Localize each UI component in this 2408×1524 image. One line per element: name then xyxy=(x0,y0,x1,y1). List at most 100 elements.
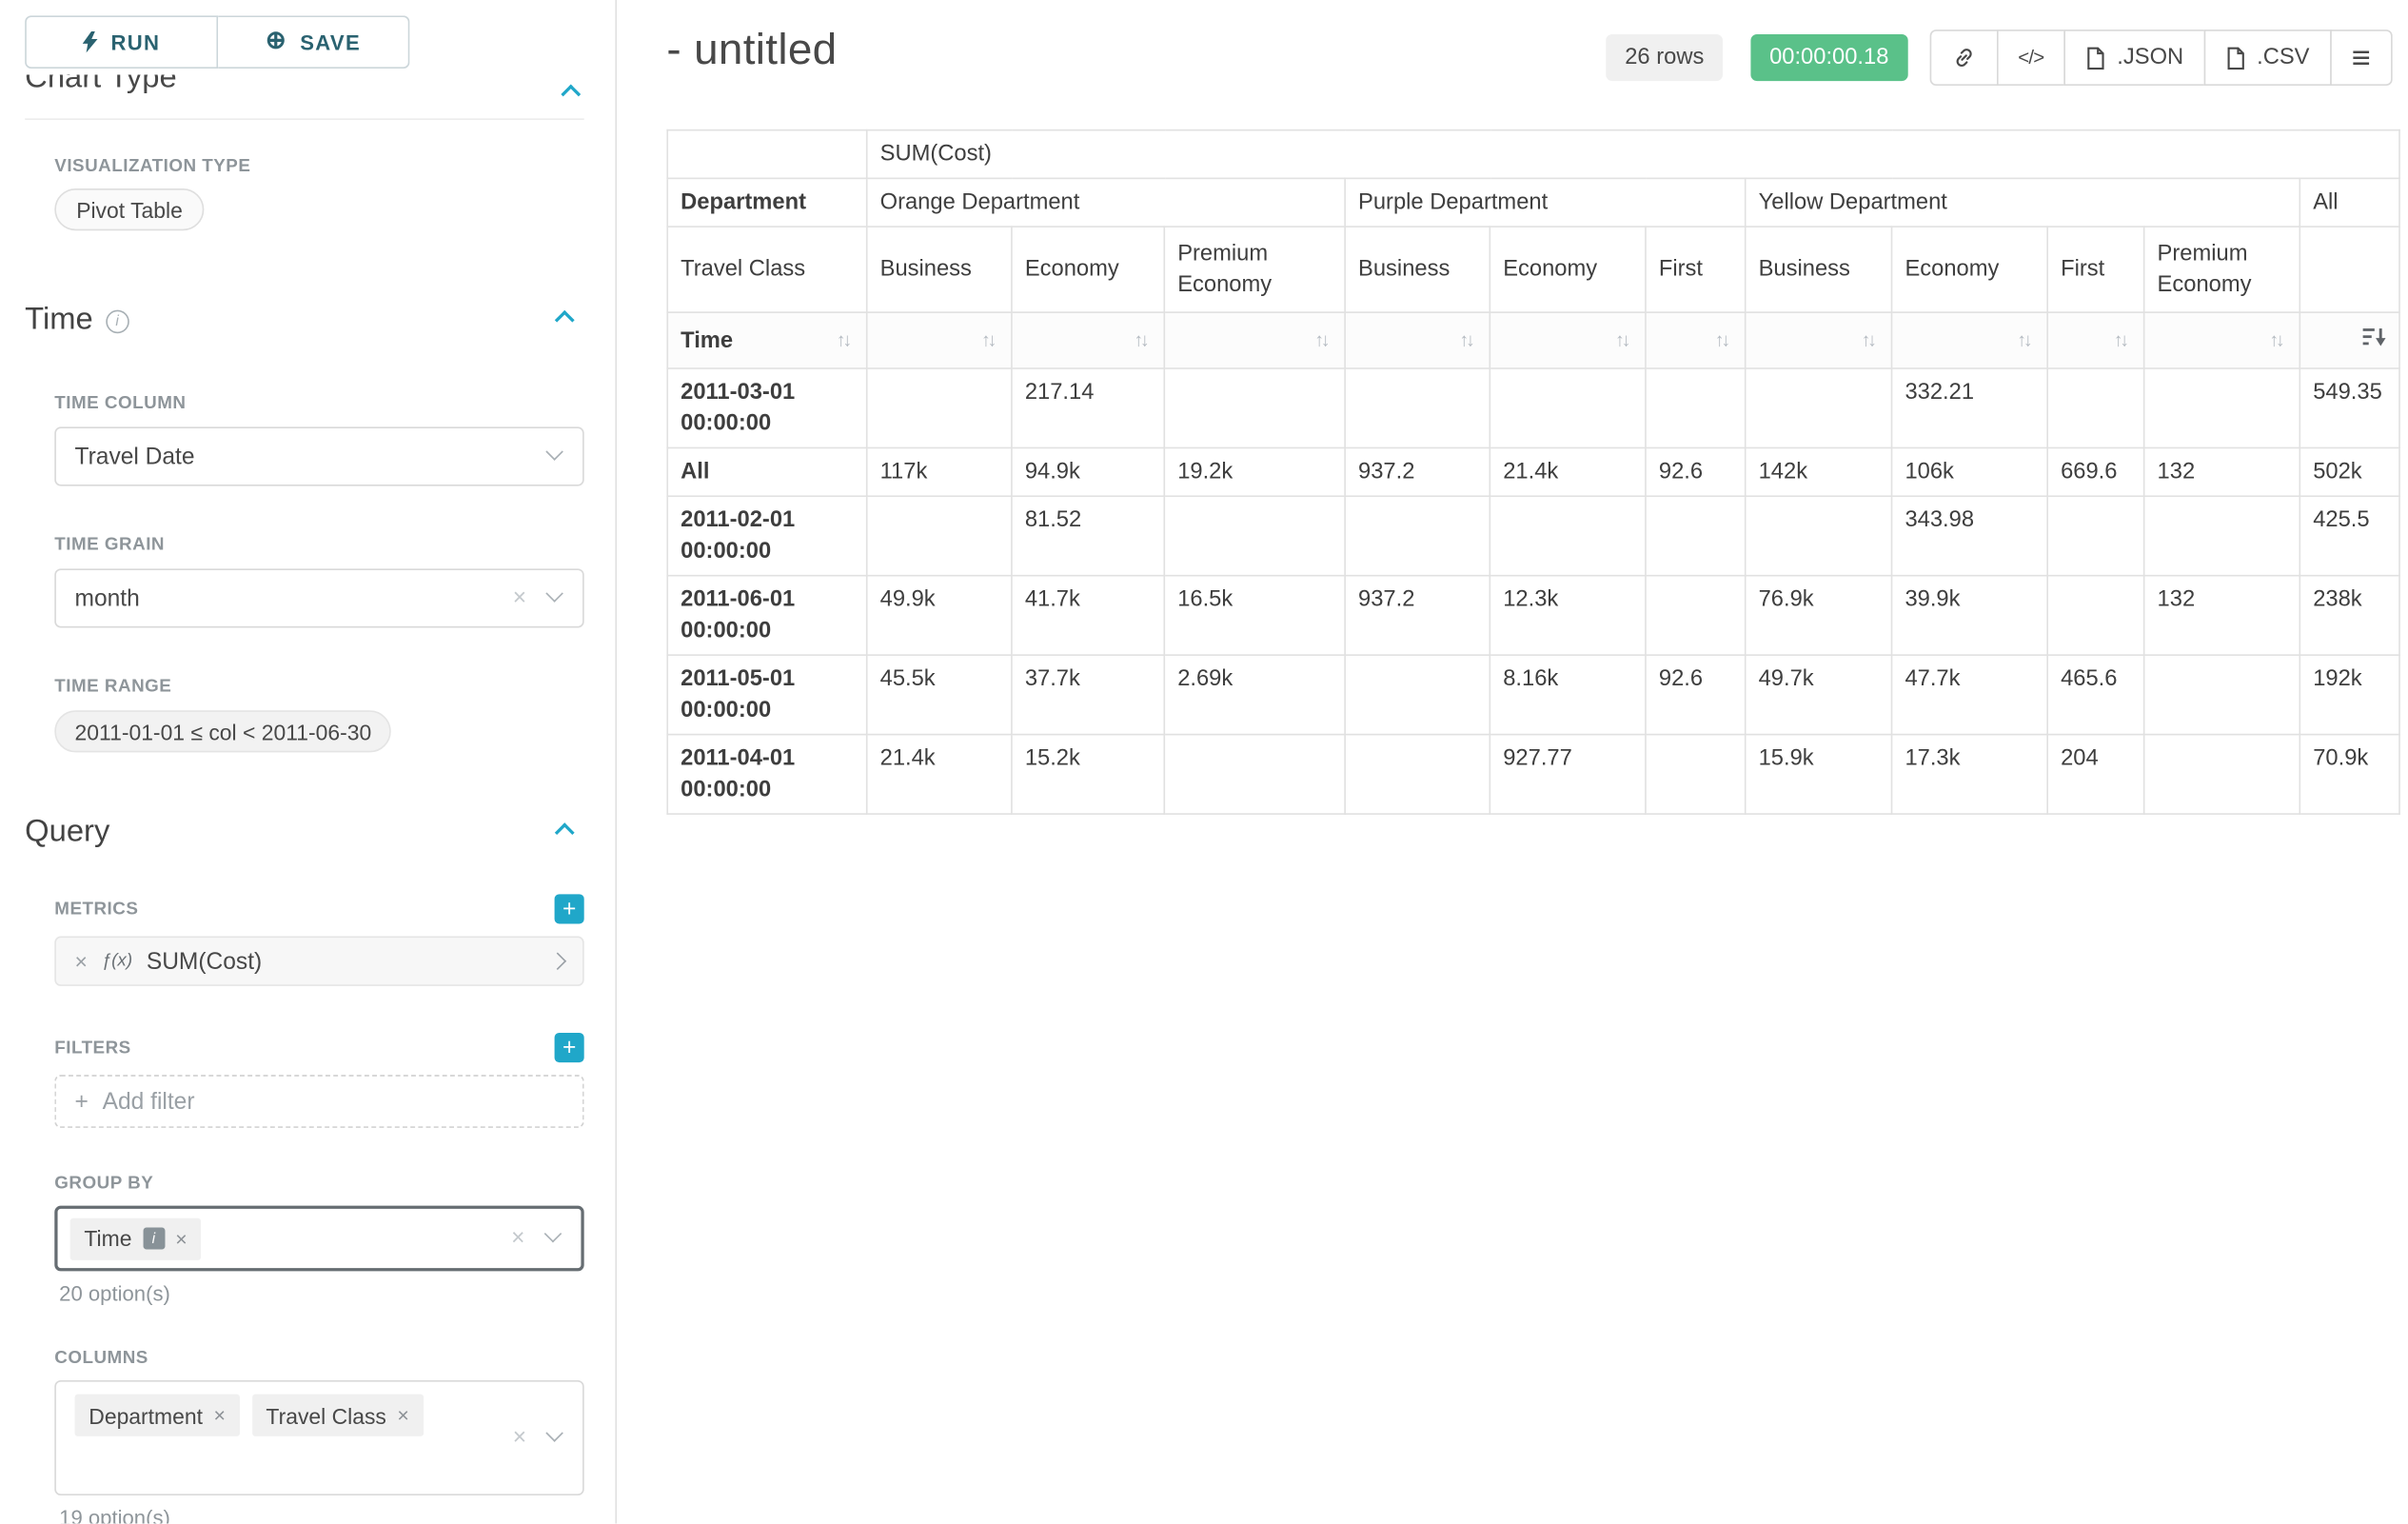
pivot-sort-cell: ↑↓ xyxy=(1012,312,1164,368)
sort-icon[interactable]: ↑↓ xyxy=(1862,327,1879,353)
chevron-up-icon[interactable] xyxy=(555,822,575,842)
sort-icon[interactable]: ↑↓ xyxy=(1459,327,1476,353)
remove-tag-icon[interactable]: × xyxy=(213,1403,225,1427)
pivot-row-label: 2011-02-01 00:00:00 xyxy=(667,496,866,575)
pivot-data-row: 2011-03-01 00:00:00217.14332.21549.35 xyxy=(667,368,2399,447)
pivot-value-cell xyxy=(2144,496,2300,575)
export-json-button[interactable]: .JSON xyxy=(2064,30,2205,86)
filters-label-row: FILTERS + xyxy=(54,1033,583,1062)
time-grain-select[interactable]: month × xyxy=(54,568,583,627)
chart-type-heading: Chart Type xyxy=(25,75,584,97)
pivot-value-cell: 465.6 xyxy=(2047,655,2143,734)
sort-icon[interactable]: ↑↓ xyxy=(2017,327,2034,353)
tag-label: Time xyxy=(84,1226,131,1251)
clear-icon[interactable]: × xyxy=(513,1426,526,1450)
info-icon: i xyxy=(106,310,129,334)
tag-label: Department xyxy=(89,1403,203,1428)
plus-circle-icon: ⊕ xyxy=(266,30,287,54)
pivot-value-cell: 132 xyxy=(2144,447,2300,496)
sort-icon[interactable]: ↑↓ xyxy=(1615,327,1632,353)
clear-icon[interactable]: × xyxy=(511,1226,524,1250)
file-icon xyxy=(2086,46,2106,69)
chevron-right-icon[interactable] xyxy=(549,952,567,970)
query-duration-badge: 00:00:00.18 xyxy=(1750,34,1907,81)
pivot-value-cell: 204 xyxy=(2047,735,2143,814)
more-options-button[interactable]: ≡ xyxy=(2330,30,2393,86)
columns-tag: Department × xyxy=(75,1395,240,1436)
share-link-button[interactable] xyxy=(1929,30,1998,86)
group-by-select[interactable]: Time i × × xyxy=(54,1206,583,1272)
pivot-value-cell xyxy=(2047,368,2143,447)
chart-panel: - untitled 26 rows 00:00:00.18 </> xyxy=(617,0,2408,1523)
menu-icon: ≡ xyxy=(2352,41,2371,73)
pivot-value-cell xyxy=(1490,496,1646,575)
chevron-down-icon[interactable] xyxy=(544,1225,563,1243)
pivot-value-cell: 49.9k xyxy=(867,576,1012,655)
add-filter-plus-button[interactable]: + xyxy=(555,1033,584,1062)
query-action-buttons: RUN ⊕ SAVE xyxy=(25,15,409,69)
sort-descending-icon[interactable] xyxy=(2363,327,2387,354)
query-section-header[interactable]: Query xyxy=(25,815,584,851)
pivot-value-cell: 142k xyxy=(1746,447,1892,496)
export-button-group: </> .JSON .CSV ≡ xyxy=(1929,30,2393,86)
run-button[interactable]: RUN xyxy=(25,15,218,69)
pivot-value-cell: 425.5 xyxy=(2299,496,2399,575)
file-icon xyxy=(2225,46,2245,69)
pivot-value-cell xyxy=(2047,496,2143,575)
query-section-title: Query xyxy=(25,815,109,851)
time-range-pill[interactable]: 2011-01-01 ≤ col < 2011-06-30 xyxy=(54,710,391,752)
pivot-value-cell: 16.5k xyxy=(1164,576,1345,655)
export-csv-button[interactable]: .CSV xyxy=(2203,30,2331,86)
sort-icon[interactable]: ↑↓ xyxy=(2269,327,2286,353)
pivot-value-cell xyxy=(1164,496,1345,575)
metric-item[interactable]: × ƒ(x) SUM(Cost) xyxy=(54,937,583,986)
save-button[interactable]: ⊕ SAVE xyxy=(218,15,409,69)
sort-icon[interactable]: ↑↓ xyxy=(1715,327,1732,353)
pivot-value-cell: 15.2k xyxy=(1012,735,1164,814)
pivot-value-cell: 192k xyxy=(2299,655,2399,734)
pivot-col-axis-label: Department xyxy=(667,178,866,227)
pivot-sort-row: Time↑↓↑↓↑↓↑↓↑↓↑↓↑↓↑↓↑↓↑↓↑↓ xyxy=(667,312,2399,368)
viz-type-pill[interactable]: Pivot Table xyxy=(54,188,204,230)
sort-icon[interactable]: ↑↓ xyxy=(981,327,998,353)
pivot-row-label: 2011-03-01 00:00:00 xyxy=(667,368,866,447)
columns-select[interactable]: Department × Travel Class × × xyxy=(54,1380,583,1495)
pivot-value-cell: 343.98 xyxy=(1892,496,2048,575)
pivot-column-header: Economy xyxy=(1490,227,1646,312)
pivot-value-cell xyxy=(1164,735,1345,814)
pivot-metric-header: SUM(Cost) xyxy=(867,130,2399,179)
chart-type-section-header[interactable]: Chart Type xyxy=(25,75,584,107)
group-by-tag: Time i × xyxy=(70,1217,202,1259)
chevron-down-icon[interactable] xyxy=(545,1424,563,1442)
view-query-button[interactable]: </> xyxy=(1996,30,2065,86)
pivot-value-cell: 332.21 xyxy=(1892,368,2048,447)
plus-icon: + xyxy=(75,1088,89,1115)
pivot-value-cell: 12.3k xyxy=(1490,576,1646,655)
sort-icon[interactable]: ↑↓ xyxy=(2114,327,2131,353)
pivot-column-header: Business xyxy=(867,227,1012,312)
add-metric-button[interactable]: + xyxy=(555,894,584,923)
remove-metric-icon[interactable]: × xyxy=(75,949,88,974)
chart-title[interactable]: - untitled xyxy=(666,25,837,74)
tag-label: Travel Class xyxy=(266,1403,385,1428)
pivot-value-cell: 21.4k xyxy=(1490,447,1646,496)
pivot-sort-cell: ↑↓ xyxy=(867,312,1012,368)
pivot-row-label: 2011-06-01 00:00:00 xyxy=(667,576,866,655)
pivot-group-row: DepartmentOrange DepartmentPurple Depart… xyxy=(667,178,2399,227)
sort-icon[interactable]: ↑↓ xyxy=(1134,327,1151,353)
info-icon[interactable]: i xyxy=(143,1228,165,1250)
time-column-select[interactable]: Travel Date xyxy=(54,426,583,485)
sort-icon[interactable]: ↑↓ xyxy=(837,327,854,353)
time-column-label: TIME COLUMN xyxy=(54,394,583,413)
time-section-header[interactable]: Time i xyxy=(25,302,584,338)
remove-tag-icon[interactable]: × xyxy=(397,1403,408,1427)
sort-icon[interactable]: ↑↓ xyxy=(1314,327,1332,353)
pivot-value-cell xyxy=(1345,735,1490,814)
remove-tag-icon[interactable]: × xyxy=(175,1227,187,1251)
chevron-up-icon[interactable] xyxy=(555,310,575,330)
clear-icon[interactable]: × xyxy=(513,586,526,610)
pivot-value-cell: 17.3k xyxy=(1892,735,2048,814)
pivot-value-cell xyxy=(2144,735,2300,814)
pivot-value-cell xyxy=(867,368,1012,447)
add-filter-button[interactable]: + Add filter xyxy=(54,1075,583,1128)
